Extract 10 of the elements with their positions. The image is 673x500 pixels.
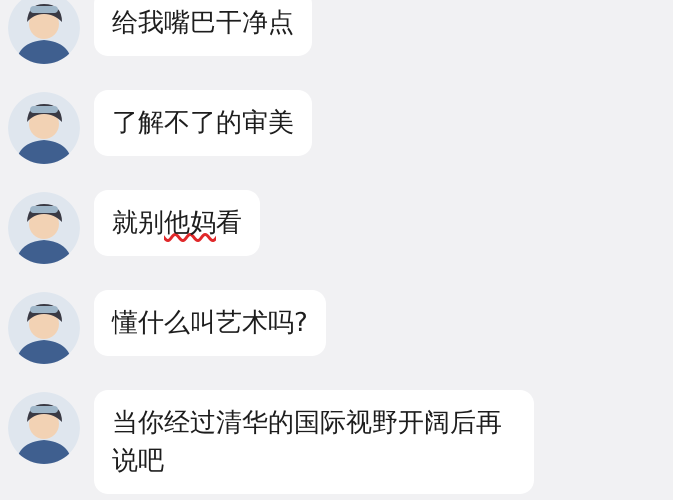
avatar-icon xyxy=(8,292,80,364)
message-bubble: 懂什么叫艺术吗? xyxy=(94,290,326,356)
avatar-icon xyxy=(8,0,80,64)
message-bubble: 给我嘴巴干净点 xyxy=(94,0,312,56)
avatar-icon xyxy=(8,92,80,164)
message-bubble: 当你经过清华的国际视野开阔后再说吧 xyxy=(94,390,534,494)
message-bubble: 就别他妈看 xyxy=(94,190,260,256)
avatar-icon xyxy=(8,392,80,464)
avatar-icon xyxy=(8,192,80,264)
message-bubble: 了解不了的审美 xyxy=(94,90,312,156)
